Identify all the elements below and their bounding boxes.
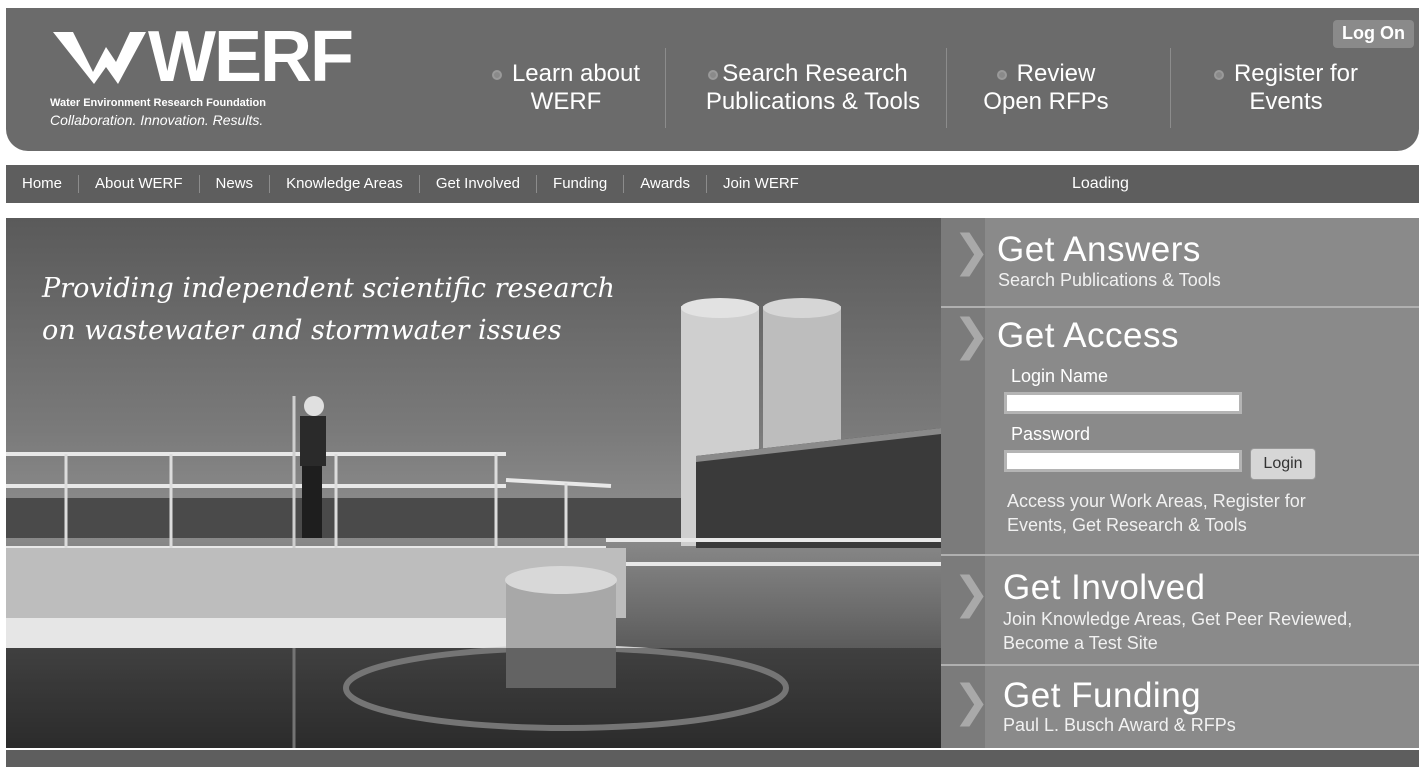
werf-logo-mark-icon — [53, 32, 146, 84]
bullet-icon — [491, 69, 502, 80]
involved-line-2: Become a Test Site — [1003, 633, 1158, 653]
topnav-label-line2: WERF — [530, 88, 602, 115]
get-involved-section[interactable]: ❯ Get Involved Join Knowledge Areas, Get… — [941, 556, 1419, 666]
get-funding-title[interactable]: Get Funding — [1003, 676, 1201, 716]
access-desc-line-1: Access your Work Areas, Register for — [1007, 491, 1306, 511]
get-answers-title[interactable]: Get Answers — [997, 230, 1201, 270]
password-input[interactable] — [1004, 450, 1242, 472]
chevron-right-icon: ❯ — [953, 226, 990, 277]
chevron-right-icon: ❯ — [953, 568, 990, 619]
menu-item-join-werf[interactable]: Join WERF — [707, 175, 815, 193]
menu-item-news[interactable]: News — [200, 175, 271, 193]
get-answers-section[interactable]: ❯ Get Answers Search Publications & Tool… — [941, 218, 1419, 308]
hero-line-1: Providing independent scientific researc… — [42, 273, 615, 304]
topnav-register-for-events[interactable]: Register for Events — [1188, 60, 1384, 124]
menu-item-about-werf[interactable]: About WERF — [79, 175, 200, 193]
menu-item-get-involved[interactable]: Get Involved — [420, 175, 538, 193]
chevron-right-icon: ❯ — [953, 310, 990, 361]
login-button[interactable]: Login — [1250, 448, 1316, 480]
topnav-label-line1: Register for — [1233, 60, 1359, 87]
access-desc-line-2: Events, Get Research & Tools — [1007, 515, 1247, 535]
topnav-label-line1: Search Research — [722, 60, 908, 87]
footer-bar — [6, 750, 1419, 767]
hero-line-2: on wastewater and stormwater issues — [42, 315, 562, 346]
divider — [665, 48, 666, 128]
logo-wordmark: WERF — [148, 17, 354, 97]
divider — [946, 48, 947, 128]
menu-item-knowledge-areas[interactable]: Knowledge Areas — [270, 175, 420, 193]
get-involved-title[interactable]: Get Involved — [1003, 568, 1206, 608]
bullet-icon — [708, 69, 719, 80]
topnav-review-open-rfps[interactable]: Review Open RFPs — [966, 60, 1126, 124]
topnav-learn-about-werf[interactable]: Learn about WERF — [466, 60, 666, 124]
password-label: Password — [1011, 424, 1091, 444]
hero-image: Providing independent scientific researc… — [6, 218, 941, 748]
involved-line-1: Join Knowledge Areas, Get Peer Reviewed, — [1003, 609, 1353, 629]
get-access-section: ❯ Get Access Login Name Password Login A… — [941, 308, 1419, 556]
bullet-icon — [996, 69, 1007, 80]
loading-status: Loading — [1072, 175, 1129, 192]
get-answers-subtitle[interactable]: Search Publications & Tools — [998, 268, 1221, 292]
get-funding-subtitle[interactable]: Paul L. Busch Award & RFPs — [1003, 713, 1236, 737]
bullet-icon — [1213, 69, 1224, 80]
topnav-label-line1: Learn about — [511, 60, 641, 87]
login-name-input[interactable] — [1004, 392, 1242, 414]
topnav-label-line1: Review — [1016, 60, 1096, 87]
divider — [1170, 48, 1171, 128]
site-header: WERF Water Environment Research Foundati… — [6, 8, 1419, 151]
menu-item-awards[interactable]: Awards — [624, 175, 707, 193]
chevron-right-icon: ❯ — [953, 676, 990, 727]
topnav-label-line2: Events — [1249, 88, 1323, 115]
menu-item-home[interactable]: Home — [6, 175, 80, 193]
topnav-label-line2: Open RFPs — [983, 88, 1109, 115]
get-access-title: Get Access — [997, 316, 1180, 355]
get-funding-section[interactable]: ❯ Get Funding Paul L. Busch Award & RFPs — [941, 666, 1419, 748]
log-on-button[interactable]: Log On — [1333, 20, 1414, 48]
org-name: Water Environment Research Foundation — [50, 97, 266, 109]
topnav-search-publications[interactable]: Search Research Publications & Tools — [668, 60, 948, 124]
login-name-label: Login Name — [1011, 366, 1109, 386]
get-access-description[interactable]: Access your Work Areas, Register for Eve… — [1007, 489, 1306, 537]
menu-item-funding[interactable]: Funding — [537, 175, 625, 193]
main-menu: Home About WERF News Knowledge Areas Get… — [6, 165, 1419, 203]
tagline: Collaboration. Innovation. Results. — [50, 112, 264, 128]
hero-tagline: Providing independent scientific researc… — [42, 268, 615, 352]
topnav-label-line2: Publications & Tools — [705, 88, 921, 115]
action-panel: ❯ Get Answers Search Publications & Tool… — [941, 218, 1419, 748]
get-involved-subtitle[interactable]: Join Knowledge Areas, Get Peer Reviewed,… — [1003, 607, 1352, 655]
werf-logo[interactable]: WERF Water Environment Research Foundati… — [48, 17, 354, 132]
